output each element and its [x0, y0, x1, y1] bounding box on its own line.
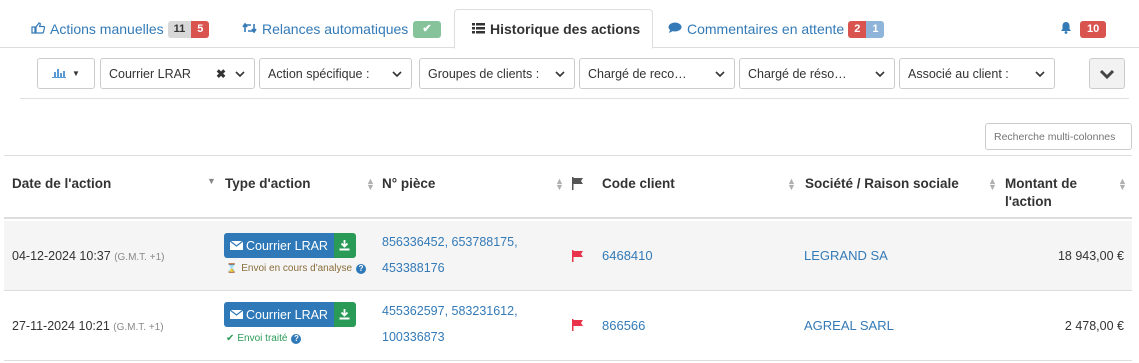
bell-icon [1060, 21, 1072, 37]
table-row: 04-12-2024 10:37 (G.M.T. +1) Courrier LR… [4, 221, 1132, 291]
column-header-societe[interactable]: Société / Raison sociale [805, 176, 959, 191]
groupes-clients-select[interactable]: Groupes de clients : [419, 58, 575, 89]
chevron-down-icon [235, 70, 245, 77]
select-placeholder: Chargé de réso… [748, 66, 847, 81]
count-badge: 1 [866, 20, 885, 38]
code-client-link[interactable]: 6468410 [602, 248, 653, 263]
action-specifique-select[interactable]: Action spécifique : [259, 58, 412, 89]
flag-icon[interactable] [572, 250, 584, 265]
table-header: Date de l'action ▼ Type d'action ▲ ▼ N° p… [4, 155, 1132, 219]
sort-icon[interactable]: ▲ ▼ [555, 177, 564, 192]
table-row: 27-11-2024 10:21 (G.M.T. +1) Courrier LR… [4, 291, 1132, 361]
retweet-icon [242, 22, 257, 37]
status-text: ⌛ Envoi en cours d'analyse ? [226, 263, 367, 274]
column-header-code[interactable]: Code client [602, 176, 675, 191]
sort-icon[interactable]: ▲ ▼ [988, 177, 997, 192]
tab-relances-automatiques[interactable]: Relances automatiques ✔ [242, 10, 441, 48]
montant-value: 18 943,00 € [1057, 249, 1124, 263]
flag-icon[interactable] [572, 319, 584, 334]
action-date: 04-12-2024 10:37 (G.M.T. +1) [12, 249, 165, 263]
action-date: 27-11-2024 10:21 (G.M.T. +1) [12, 319, 164, 333]
tab-label: Commentaires en attente [687, 21, 845, 37]
courrier-lrar-button[interactable]: Courrier LRAR [224, 233, 356, 258]
tab-actions-manuelles[interactable]: Actions manuelles 11 5 [31, 10, 210, 48]
montant-value: 2 478,00 € [1064, 319, 1124, 333]
envelope-icon [230, 240, 243, 250]
notifications-button[interactable]: 10 [1060, 10, 1107, 48]
piece-numbers[interactable]: 856336452, 653788175, 453388176 [382, 229, 547, 281]
tab-bar: Actions manuelles 11 5 Relances automatiq… [0, 0, 1139, 49]
chevron-down-icon [1099, 69, 1115, 79]
hourglass-icon: ⌛ [226, 263, 238, 273]
download-icon [339, 309, 350, 320]
sort-desc-icon[interactable]: ▼ [207, 177, 216, 186]
column-header-piece[interactable]: N° pièce [382, 176, 435, 191]
tab-commentaires-en-attente[interactable]: Commentaires en attente 21 [668, 10, 885, 48]
column-header-montant[interactable]: Montant de l'action [1005, 175, 1077, 211]
search-input[interactable] [985, 123, 1132, 150]
chart-options-button[interactable]: ▼ [37, 58, 95, 89]
action-type-select[interactable]: Courrier LRAR ✖ [100, 58, 255, 89]
expand-filters-button[interactable] [1089, 58, 1125, 89]
column-header-type[interactable]: Type d'action [225, 176, 310, 191]
chevron-down-icon [715, 70, 725, 77]
tab-label: Actions manuelles [50, 21, 164, 37]
charge-resolution-select[interactable]: Chargé de réso… [739, 58, 895, 89]
select-placeholder: Associé au client : [908, 66, 1009, 81]
flag-icon [572, 177, 584, 193]
caret-down-icon: ▼ [72, 69, 80, 78]
chevron-down-icon [1035, 70, 1045, 77]
chevron-down-icon [392, 70, 402, 77]
view-courrier-button[interactable]: Courrier LRAR [224, 233, 334, 258]
code-client-link[interactable]: 866566 [602, 318, 645, 333]
envelope-icon [230, 309, 243, 319]
count-badge: 2 [848, 20, 867, 38]
clear-icon[interactable]: ✖ [216, 67, 226, 81]
count-badge: 11 [167, 20, 192, 38]
select-placeholder: Chargé de reco… [588, 66, 687, 81]
download-icon [339, 240, 350, 251]
tab-historique-des-actions[interactable]: Historique des actions [454, 9, 654, 49]
status-text: ✔ Envoi traité ? [226, 333, 302, 344]
associe-client-select[interactable]: Associé au client : [899, 58, 1055, 89]
select-placeholder: Action spécifique : [268, 66, 370, 81]
societe-link[interactable]: LEGRAND SA [804, 248, 888, 263]
check-icon: ✔ [226, 333, 235, 344]
sort-icon[interactable]: ▲ ▼ [366, 177, 375, 192]
comment-icon [668, 22, 682, 37]
question-circle-icon[interactable]: ? [291, 333, 302, 344]
charge-recouvrement-select[interactable]: Chargé de reco… [579, 58, 735, 89]
chevron-down-icon [555, 70, 565, 77]
list-icon [472, 22, 485, 37]
chevron-down-icon [875, 70, 885, 77]
sort-icon[interactable]: ▲ ▼ [1118, 177, 1127, 192]
filter-bar: ▼ Courrier LRAR ✖ Action spécifique : Gr… [20, 48, 1129, 99]
tab-label: Relances automatiques [262, 21, 409, 37]
hand-pointer-icon [31, 21, 46, 37]
courrier-lrar-button[interactable]: Courrier LRAR [224, 302, 356, 327]
download-button[interactable] [333, 233, 356, 258]
select-value: Courrier LRAR [109, 66, 191, 81]
column-header-date[interactable]: Date de l'action [12, 176, 111, 191]
view-courrier-button[interactable]: Courrier LRAR [224, 302, 334, 327]
societe-link[interactable]: AGREAL SARL [804, 318, 894, 333]
tab-label: Historique des actions [490, 21, 641, 37]
notification-count-badge: 10 [1080, 20, 1107, 38]
piece-numbers[interactable]: 455362597, 583231612, 100336873 [382, 298, 547, 350]
download-button[interactable] [333, 302, 356, 327]
question-circle-icon[interactable]: ? [356, 263, 367, 274]
select-placeholder: Groupes de clients : [428, 66, 540, 81]
bar-chart-icon [52, 67, 67, 81]
sort-icon[interactable]: ▲ ▼ [787, 177, 796, 192]
count-badge: 5 [191, 20, 210, 38]
check-icon: ✔ [413, 20, 441, 38]
